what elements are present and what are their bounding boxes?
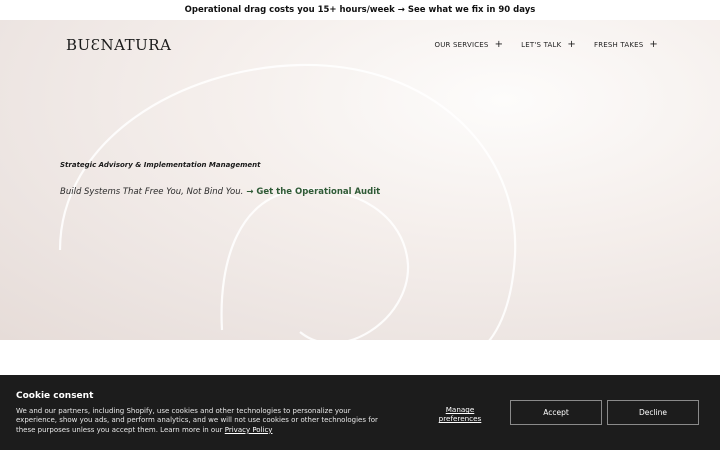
tagline-text: Build Systems That Free You, Not Bind Yo… <box>60 187 244 197</box>
plus-icon: + <box>494 39 504 50</box>
plus-icon: + <box>649 39 658 50</box>
announcement-bar[interactable]: Operational drag costs you 15+ hours/wee… <box>0 0 720 20</box>
announcement-text[interactable]: Operational drag costs you 15+ hours/wee… <box>185 5 536 15</box>
hero-section: BUƐNATURA OUR SERVICES + LET'S TALK + FR… <box>0 20 720 340</box>
decline-button[interactable]: Decline <box>607 400 699 425</box>
nav-fresh-takes[interactable]: FRESH TAKES + <box>594 40 658 50</box>
accept-button[interactable]: Accept <box>510 400 602 425</box>
brand-logo[interactable]: BUƐNATURA <box>66 36 171 54</box>
privacy-policy-link[interactable]: Privacy Policy <box>225 426 273 434</box>
cookie-body-text: We and our partners, including Shopify, … <box>16 407 378 434</box>
main-nav: OUR SERVICES + LET'S TALK + FRESH TAKES … <box>435 40 659 50</box>
swirl-graphic <box>58 63 517 340</box>
cookie-body: We and our partners, including Shopify, … <box>16 407 386 435</box>
operational-audit-link[interactable]: → Get the Operational Audit <box>246 187 380 197</box>
nav-item-label: OUR SERVICES <box>434 41 489 49</box>
nav-our-services[interactable]: OUR SERVICES + <box>435 40 504 50</box>
manage-preferences-link[interactable]: Manage preferences <box>432 405 488 423</box>
cookie-title: Cookie consent <box>16 391 94 401</box>
hero-tagline: Build Systems That Free You, Not Bind Yo… <box>60 187 380 197</box>
plus-icon: + <box>567 39 576 50</box>
nav-lets-talk[interactable]: LET'S TALK + <box>521 40 576 50</box>
cookie-banner: Cookie consent We and our partners, incl… <box>0 375 720 450</box>
nav-item-label: FRESH TAKES <box>593 41 644 49</box>
hero-eyebrow: Strategic Advisory & Implementation Mana… <box>60 161 261 169</box>
nav-item-label: LET'S TALK <box>521 41 562 49</box>
